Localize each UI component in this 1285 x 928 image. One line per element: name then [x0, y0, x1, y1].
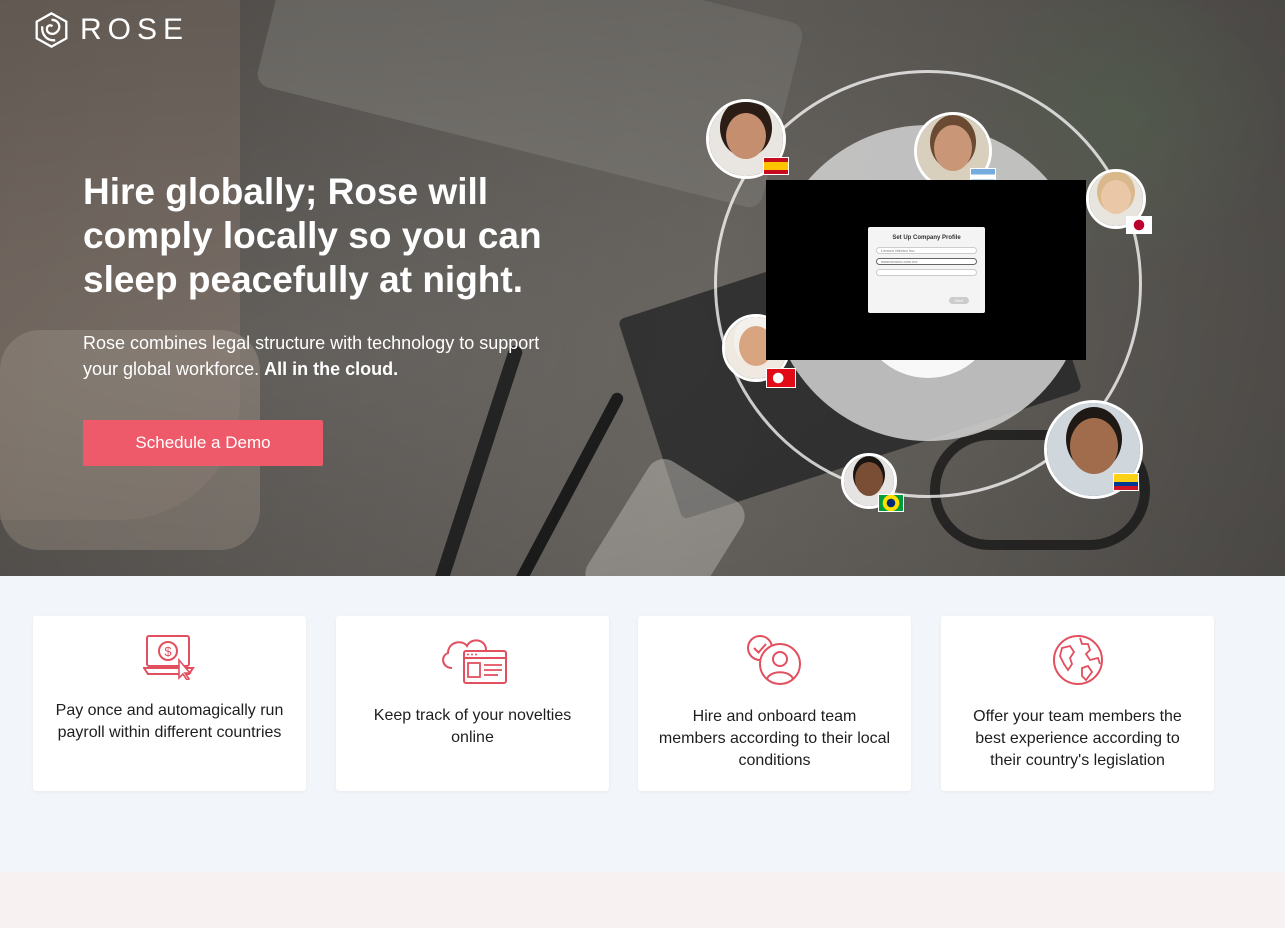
- feature-card-payroll: $ Pay once and automagically run payroll…: [33, 616, 306, 791]
- colombia-flag-icon: [1113, 473, 1139, 491]
- hero-subtext-bold: All in the cloud.: [264, 359, 399, 379]
- video-card-title: Set Up Company Profile: [892, 235, 961, 241]
- feature-text: Pay once and automagically run payroll w…: [55, 702, 284, 741]
- video-card-field: www.lenovo.com.mx: [876, 258, 977, 265]
- hero-subtext: Rose combines legal structure with techn…: [83, 330, 553, 382]
- feature-card-onboarding: Hire and onboard team members according …: [638, 616, 911, 791]
- globe-icon: [1052, 635, 1103, 685]
- next-section: [0, 872, 1285, 928]
- feature-text: Keep track of your novelties online: [373, 707, 572, 746]
- turkey-flag-icon: [766, 368, 796, 388]
- rose-logo-icon: [35, 12, 68, 48]
- hero-section: ROSE Hire globally; Rose will comply loc…: [0, 0, 1285, 576]
- japan-flag-icon: [1126, 216, 1152, 234]
- schedule-demo-button[interactable]: Schedule a Demo: [83, 420, 323, 466]
- video-frame-card: Set Up Company Profile Lenovo Mexico Inc…: [868, 227, 985, 313]
- video-card-field: Lenovo Mexico Inc.: [876, 247, 977, 254]
- spain-flag-icon: [763, 157, 789, 175]
- hero-headline: Hire globally; Rose will comply locally …: [83, 171, 542, 300]
- feature-card-tracking: Keep track of your novelties online: [336, 616, 609, 791]
- brand-logo[interactable]: ROSE: [33, 10, 189, 50]
- user-check-icon: [746, 635, 801, 685]
- svg-text:$: $: [164, 644, 172, 659]
- feature-text: Hire and onboard team members according …: [658, 708, 891, 769]
- video-card-field: [876, 269, 977, 276]
- brazil-flag-icon: [878, 494, 904, 512]
- feature-text: Offer your team members the best experie…: [973, 708, 1182, 769]
- cloud-document-icon: [441, 639, 507, 684]
- video-card-button: Next: [949, 297, 969, 304]
- features-section: $ Pay once and automagically run payroll…: [0, 576, 1285, 872]
- demo-video-player[interactable]: Set Up Company Profile Lenovo Mexico Inc…: [766, 180, 1086, 360]
- feature-card-experience: Offer your team members the best experie…: [941, 616, 1214, 791]
- brand-name: ROSE: [80, 13, 190, 46]
- payroll-laptop-icon: $: [142, 635, 195, 680]
